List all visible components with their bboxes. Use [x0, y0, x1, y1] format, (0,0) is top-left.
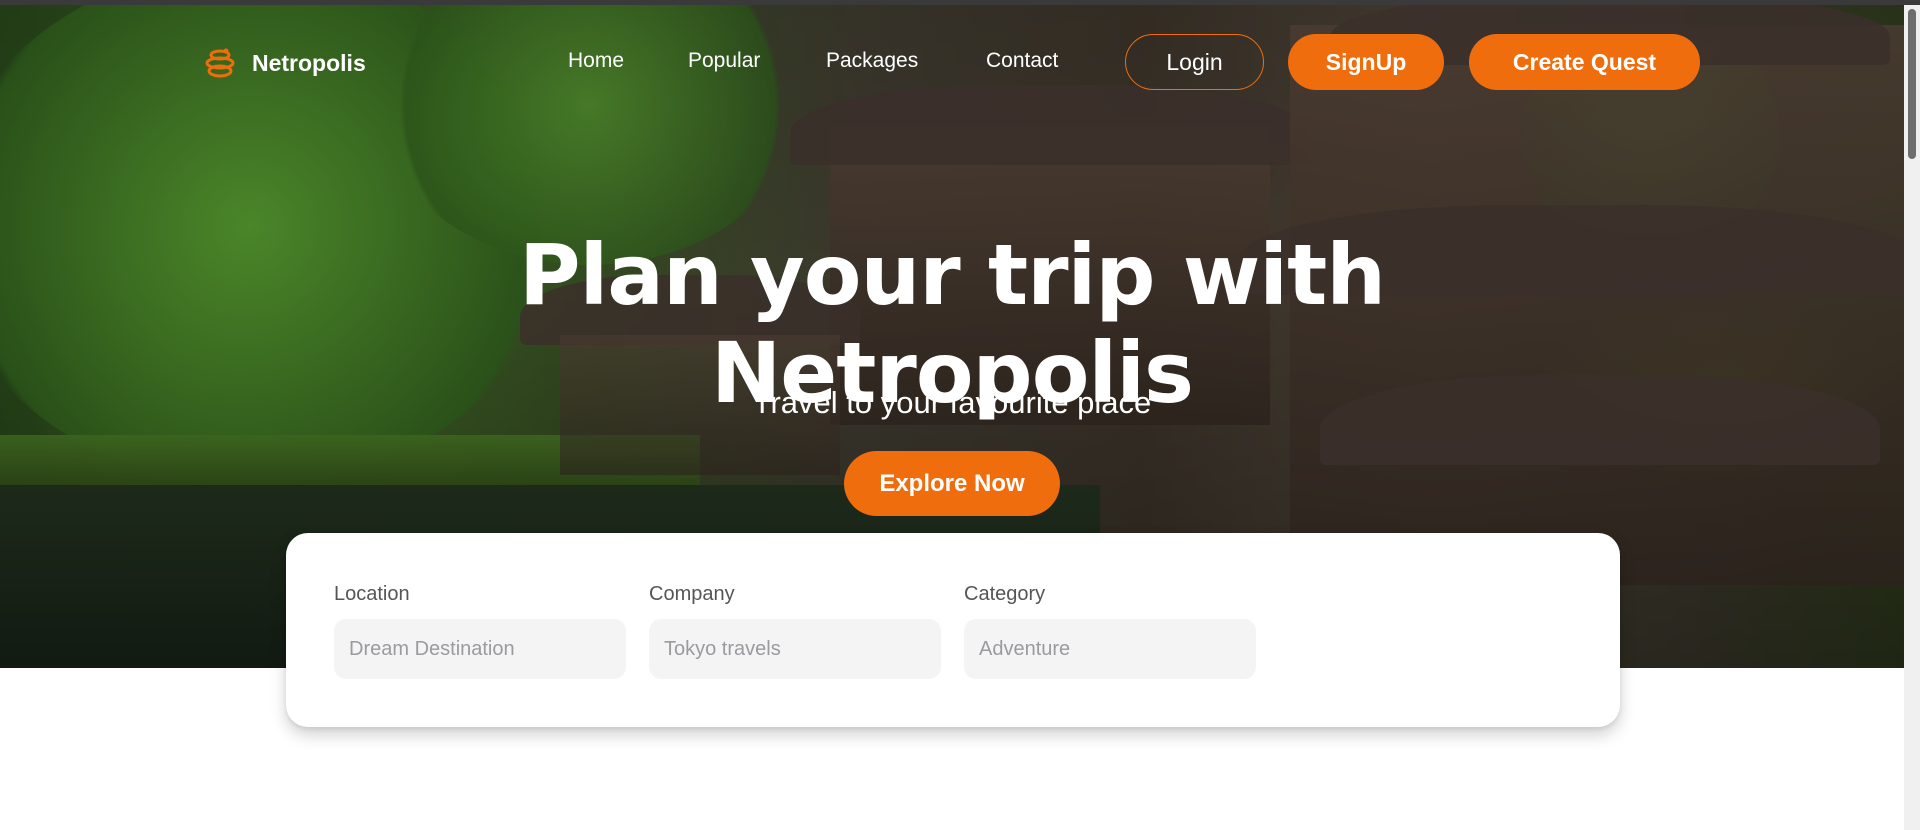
create-quest-button[interactable]: Create Quest [1469, 34, 1700, 90]
search-card: Location Company Category [286, 533, 1620, 727]
explore-now-button[interactable]: Explore Now [844, 451, 1060, 516]
hero-title-line-1: Plan your trip with [518, 226, 1386, 325]
nav-link-contact[interactable]: Contact [986, 49, 1058, 73]
globe-stack-icon [202, 45, 238, 81]
nav-link-popular[interactable]: Popular [688, 49, 760, 73]
brand-logo[interactable]: Netropolis [202, 43, 366, 83]
brand-name: Netropolis [252, 49, 366, 76]
nav-link-home[interactable]: Home [568, 49, 624, 73]
company-input[interactable] [649, 619, 941, 679]
location-input[interactable] [334, 619, 626, 679]
category-input[interactable] [964, 619, 1256, 679]
hero-subtitle: Travel to your favourite place [752, 385, 1152, 420]
nav-link-packages[interactable]: Packages [826, 49, 918, 73]
top-navigation: Netropolis Home Popular Packages Contact… [0, 5, 1904, 115]
login-button[interactable]: Login [1125, 34, 1264, 90]
signup-button[interactable]: SignUp [1288, 34, 1444, 90]
category-label: Category [964, 583, 1046, 605]
company-label: Company [649, 583, 735, 605]
location-label: Location [334, 583, 410, 605]
page-scrollbar[interactable] [1904, 5, 1920, 830]
scrollbar-thumb[interactable] [1908, 9, 1916, 159]
